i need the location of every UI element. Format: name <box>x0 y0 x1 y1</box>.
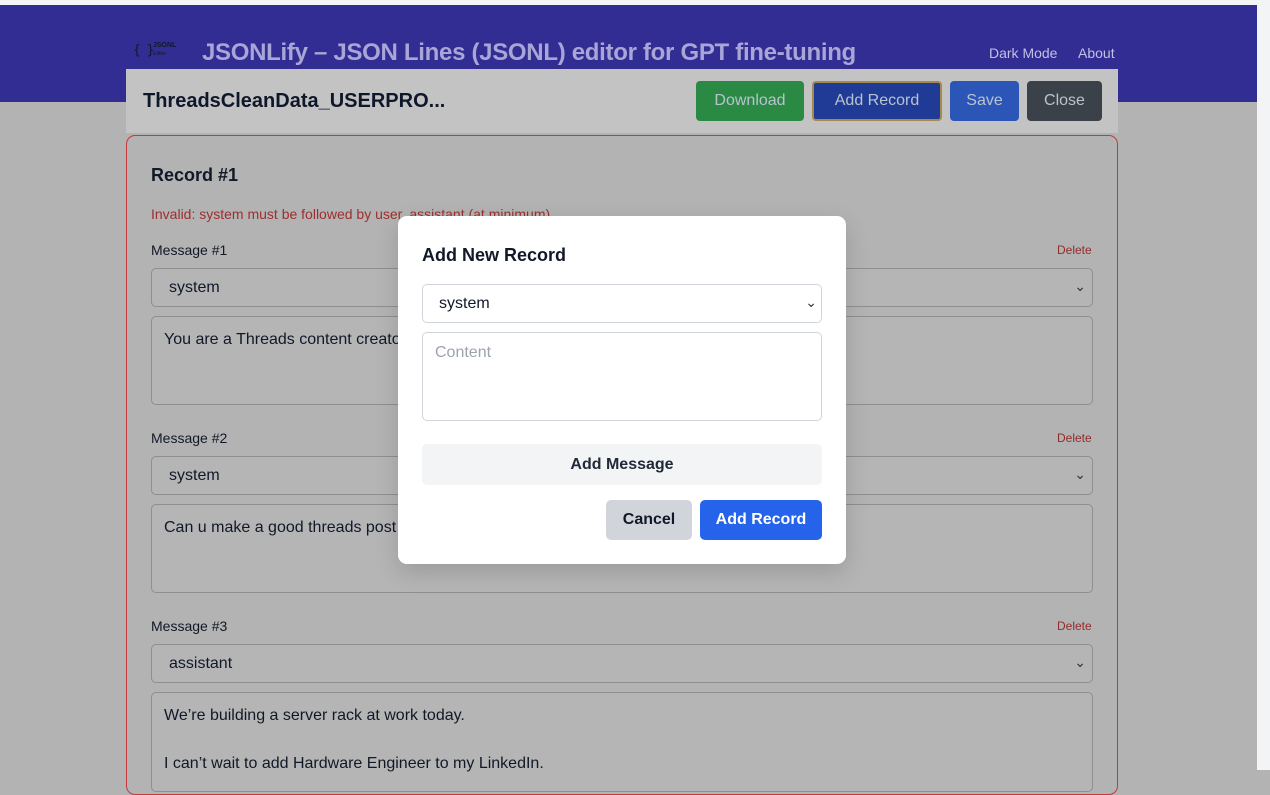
add-message-button[interactable]: Add Message <box>422 444 822 485</box>
logo-text: JSONL <box>153 42 177 49</box>
logo-subtext: Editor <box>153 51 167 57</box>
logo[interactable]: { } JSONL Editor <box>133 42 181 62</box>
role-value: system <box>169 279 220 296</box>
chevron-down-icon: ⌄ <box>1074 654 1086 670</box>
cancel-button[interactable]: Cancel <box>606 500 692 540</box>
app-title: JSONLify – JSON Lines (JSONL) editor for… <box>202 39 856 66</box>
modal-content-input[interactable]: Content <box>422 332 822 421</box>
modal-add-record-button[interactable]: Add Record <box>700 500 822 540</box>
role-select[interactable]: assistant ⌄ <box>151 644 1093 683</box>
scrollbar-track[interactable] <box>1257 0 1270 770</box>
delete-message-button[interactable]: Delete <box>1057 619 1092 633</box>
chevron-down-icon: ⌄ <box>1074 278 1086 294</box>
save-button[interactable]: Save <box>950 81 1019 121</box>
message-label: Message #3 <box>151 618 228 634</box>
message-content[interactable]: We’re building a server rack at work tod… <box>151 692 1093 792</box>
chevron-down-icon: ⌄ <box>1074 466 1086 482</box>
role-value: system <box>169 467 220 484</box>
modal-role-value: system <box>439 295 490 312</box>
close-button[interactable]: Close <box>1027 81 1102 121</box>
braces-icon: { } <box>133 43 155 58</box>
message-label: Message #1 <box>151 242 228 258</box>
modal-role-select[interactable]: system ⌄ <box>422 284 822 323</box>
message-label: Message #2 <box>151 430 228 446</box>
add-record-button[interactable]: Add Record <box>812 81 942 121</box>
file-name: ThreadsCleanData_USERPRO... <box>143 90 446 112</box>
delete-message-button[interactable]: Delete <box>1057 243 1092 257</box>
chevron-down-icon: ⌄ <box>805 294 817 310</box>
dark-mode-link[interactable]: Dark Mode <box>989 45 1057 61</box>
modal-title: Add New Record <box>422 245 567 265</box>
role-value: assistant <box>169 655 233 672</box>
delete-message-button[interactable]: Delete <box>1057 431 1092 445</box>
download-button[interactable]: Download <box>696 81 804 121</box>
about-link[interactable]: About <box>1078 45 1115 61</box>
record-title: Record #1 <box>151 165 239 185</box>
add-record-modal: Add New Record system ⌄ Content Add Mess… <box>398 216 846 564</box>
